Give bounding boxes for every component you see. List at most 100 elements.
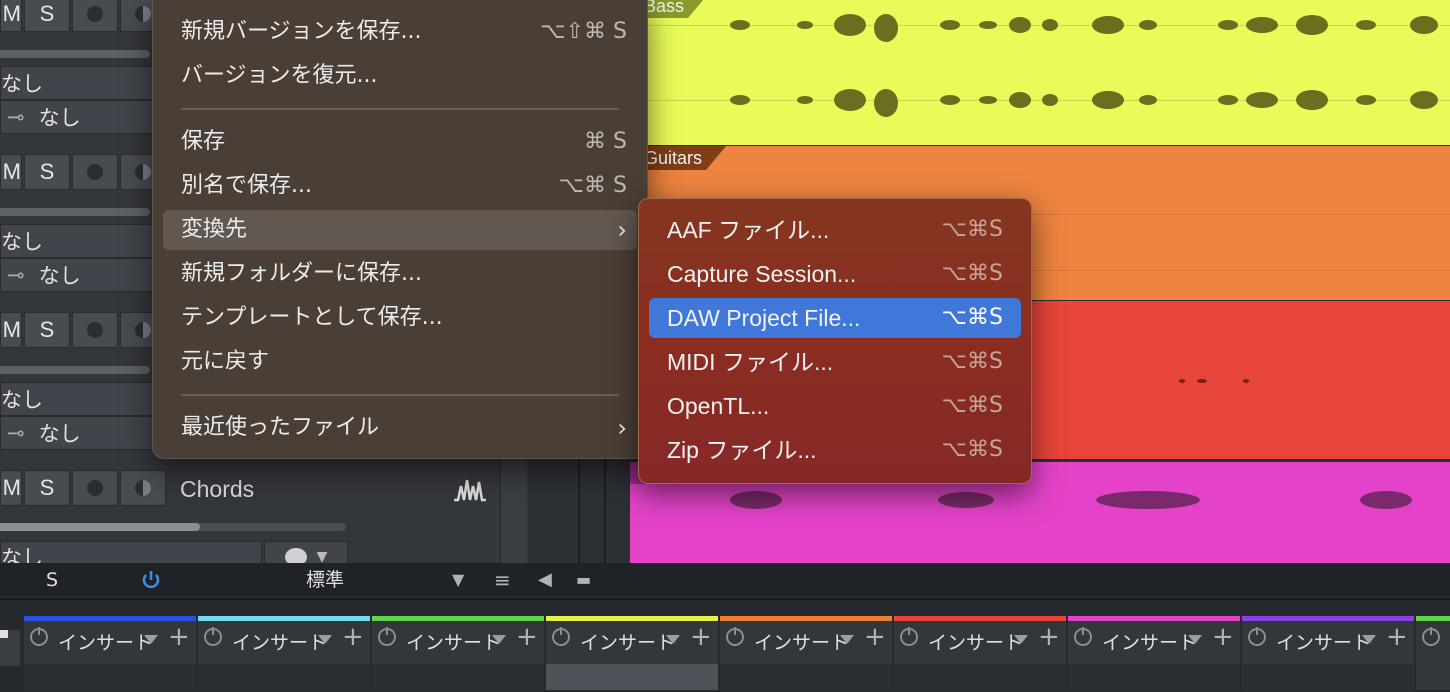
- power-button[interactable]: [140, 563, 162, 597]
- insert-strip[interactable]: インサート +: [720, 616, 892, 690]
- list-icon[interactable]: ≡: [494, 563, 511, 597]
- power-icon[interactable]: [1074, 627, 1092, 646]
- submenu-item-opentl[interactable]: OpenTL... ⌥⌘S: [649, 386, 1021, 426]
- play-left-icon[interactable]: ◀: [538, 563, 552, 597]
- submenu-item-capture-session[interactable]: Capture Session... ⌥⌘S: [649, 254, 1021, 294]
- power-icon[interactable]: [552, 627, 570, 646]
- insert-strip[interactable]: インサート +: [198, 616, 370, 690]
- add-icon[interactable]: +: [1212, 622, 1234, 652]
- menu-item-save[interactable]: 保存 ⌘ S: [163, 122, 637, 162]
- insert-slot[interactable]: [24, 664, 196, 690]
- track-1-buttons: M S: [0, 0, 166, 32]
- monitor-icon: [135, 6, 151, 22]
- menu-item-label: テンプレートとして保存...: [181, 305, 443, 330]
- power-icon[interactable]: [204, 627, 222, 646]
- add-icon[interactable]: +: [1038, 622, 1060, 652]
- input-select[interactable]: なし: [0, 382, 154, 416]
- menu-item-save-new-version[interactable]: 新規バージョンを保存... ⌥⇧⌘ S: [163, 12, 637, 52]
- chevron-down-icon[interactable]: [666, 635, 680, 644]
- chevron-down-icon[interactable]: [1188, 635, 1202, 644]
- input-select[interactable]: なし: [0, 66, 154, 100]
- mute-button[interactable]: M: [0, 0, 22, 32]
- chevron-down-icon[interactable]: [840, 635, 854, 644]
- submenu-item-midi[interactable]: MIDI ファイル... ⌥⌘S: [649, 342, 1021, 382]
- insert-strip[interactable]: インサート +: [372, 616, 544, 690]
- add-icon[interactable]: +: [516, 622, 538, 652]
- power-icon[interactable]: [900, 627, 918, 646]
- output-value: なし: [38, 264, 81, 288]
- mute-button[interactable]: M: [0, 154, 22, 190]
- insert-strip[interactable]: インサート +: [1242, 616, 1414, 690]
- solo-button[interactable]: S: [24, 312, 70, 348]
- monitor-icon: [135, 164, 151, 180]
- power-icon[interactable]: [1248, 627, 1266, 646]
- chevron-down-icon[interactable]: [318, 635, 332, 644]
- preset-select[interactable]: 標準: [306, 563, 344, 597]
- record-button[interactable]: [72, 312, 118, 348]
- insert-slot[interactable]: [372, 664, 544, 690]
- output-select[interactable]: ⊸ なし: [0, 258, 154, 292]
- insert-strip[interactable]: [1416, 616, 1450, 690]
- submenu-item-aaf[interactable]: AAF ファイル... ⌥⌘S: [649, 210, 1021, 250]
- insert-slot[interactable]: [1242, 664, 1414, 690]
- add-icon[interactable]: +: [1386, 622, 1408, 652]
- insert-label: インサート: [232, 632, 328, 654]
- insert-strip[interactable]: インサート +: [24, 616, 196, 690]
- volume-slider[interactable]: [0, 523, 346, 531]
- power-icon[interactable]: [726, 627, 744, 646]
- submenu-item-zip[interactable]: Zip ファイル... ⌥⌘S: [649, 430, 1021, 470]
- mute-button[interactable]: M: [0, 312, 22, 348]
- insert-slot[interactable]: [720, 664, 892, 690]
- mute-button[interactable]: M: [0, 470, 22, 506]
- menu-item-save-as-template[interactable]: テンプレートとして保存...: [163, 298, 637, 338]
- solo-button[interactable]: S: [24, 154, 70, 190]
- insert-slot[interactable]: [198, 664, 370, 690]
- power-icon[interactable]: [378, 627, 396, 646]
- add-icon[interactable]: +: [690, 622, 712, 652]
- solo-button[interactable]: S: [24, 470, 70, 506]
- output-select[interactable]: ⊸ なし: [0, 416, 154, 450]
- mixer-edge-marker: [0, 630, 8, 638]
- add-icon[interactable]: +: [168, 622, 190, 652]
- power-icon[interactable]: [30, 627, 48, 646]
- submenu-item-daw-project[interactable]: DAW Project File... ⌥⌘S: [649, 298, 1021, 338]
- volume-slider[interactable]: [0, 208, 150, 216]
- chevron-down-icon[interactable]: [1362, 635, 1376, 644]
- insert-strip[interactable]: インサート +: [546, 616, 718, 690]
- menu-item-shortcut: ⌥⌘S: [941, 437, 1003, 462]
- insert-strip[interactable]: インサート +: [1068, 616, 1240, 690]
- chevron-down-icon[interactable]: [492, 635, 506, 644]
- chevron-down-icon[interactable]: ▼: [452, 563, 464, 597]
- insert-slot[interactable]: [546, 664, 718, 690]
- record-button[interactable]: [72, 154, 118, 190]
- menu-item-restore-version[interactable]: バージョンを復元...: [163, 56, 637, 96]
- add-icon[interactable]: +: [864, 622, 886, 652]
- power-icon[interactable]: [1422, 627, 1440, 646]
- instrument-icon[interactable]: [452, 476, 488, 504]
- stop-icon[interactable]: ▬: [576, 563, 591, 597]
- volume-slider[interactable]: [0, 50, 150, 58]
- output-select[interactable]: ⊸ なし: [0, 100, 154, 134]
- menu-item-recent-files[interactable]: 最近使ったファイル ›: [163, 408, 637, 448]
- track-name[interactable]: Chords: [180, 476, 254, 503]
- insert-strip[interactable]: インサート +: [894, 616, 1066, 690]
- volume-slider[interactable]: [0, 366, 150, 374]
- chevron-down-icon[interactable]: [1014, 635, 1028, 644]
- monitor-button[interactable]: [120, 470, 166, 506]
- menu-item-save-new-folder[interactable]: 新規フォルダーに保存...: [163, 254, 637, 294]
- solo-button[interactable]: S: [24, 0, 70, 32]
- record-button[interactable]: [72, 470, 118, 506]
- input-select[interactable]: なし: [0, 224, 154, 258]
- insert-slot[interactable]: [894, 664, 1066, 690]
- record-button[interactable]: [72, 0, 118, 32]
- solo-toggle[interactable]: S: [46, 563, 58, 597]
- chevron-down-icon[interactable]: [144, 635, 158, 644]
- lane-bass[interactable]: Bass: [630, 0, 1450, 145]
- menu-item-shortcut: ⌥⌘S: [941, 305, 1003, 330]
- insert-slot[interactable]: [1068, 664, 1240, 690]
- export-submenu: AAF ファイル... ⌥⌘S Capture Session... ⌥⌘S DAW…: [638, 198, 1032, 484]
- menu-item-export-to[interactable]: 変換先 ›: [163, 210, 637, 250]
- menu-item-save-as[interactable]: 別名で保存... ⌥⌘ S: [163, 166, 637, 206]
- menu-item-revert[interactable]: 元に戻す: [163, 342, 637, 382]
- add-icon[interactable]: +: [342, 622, 364, 652]
